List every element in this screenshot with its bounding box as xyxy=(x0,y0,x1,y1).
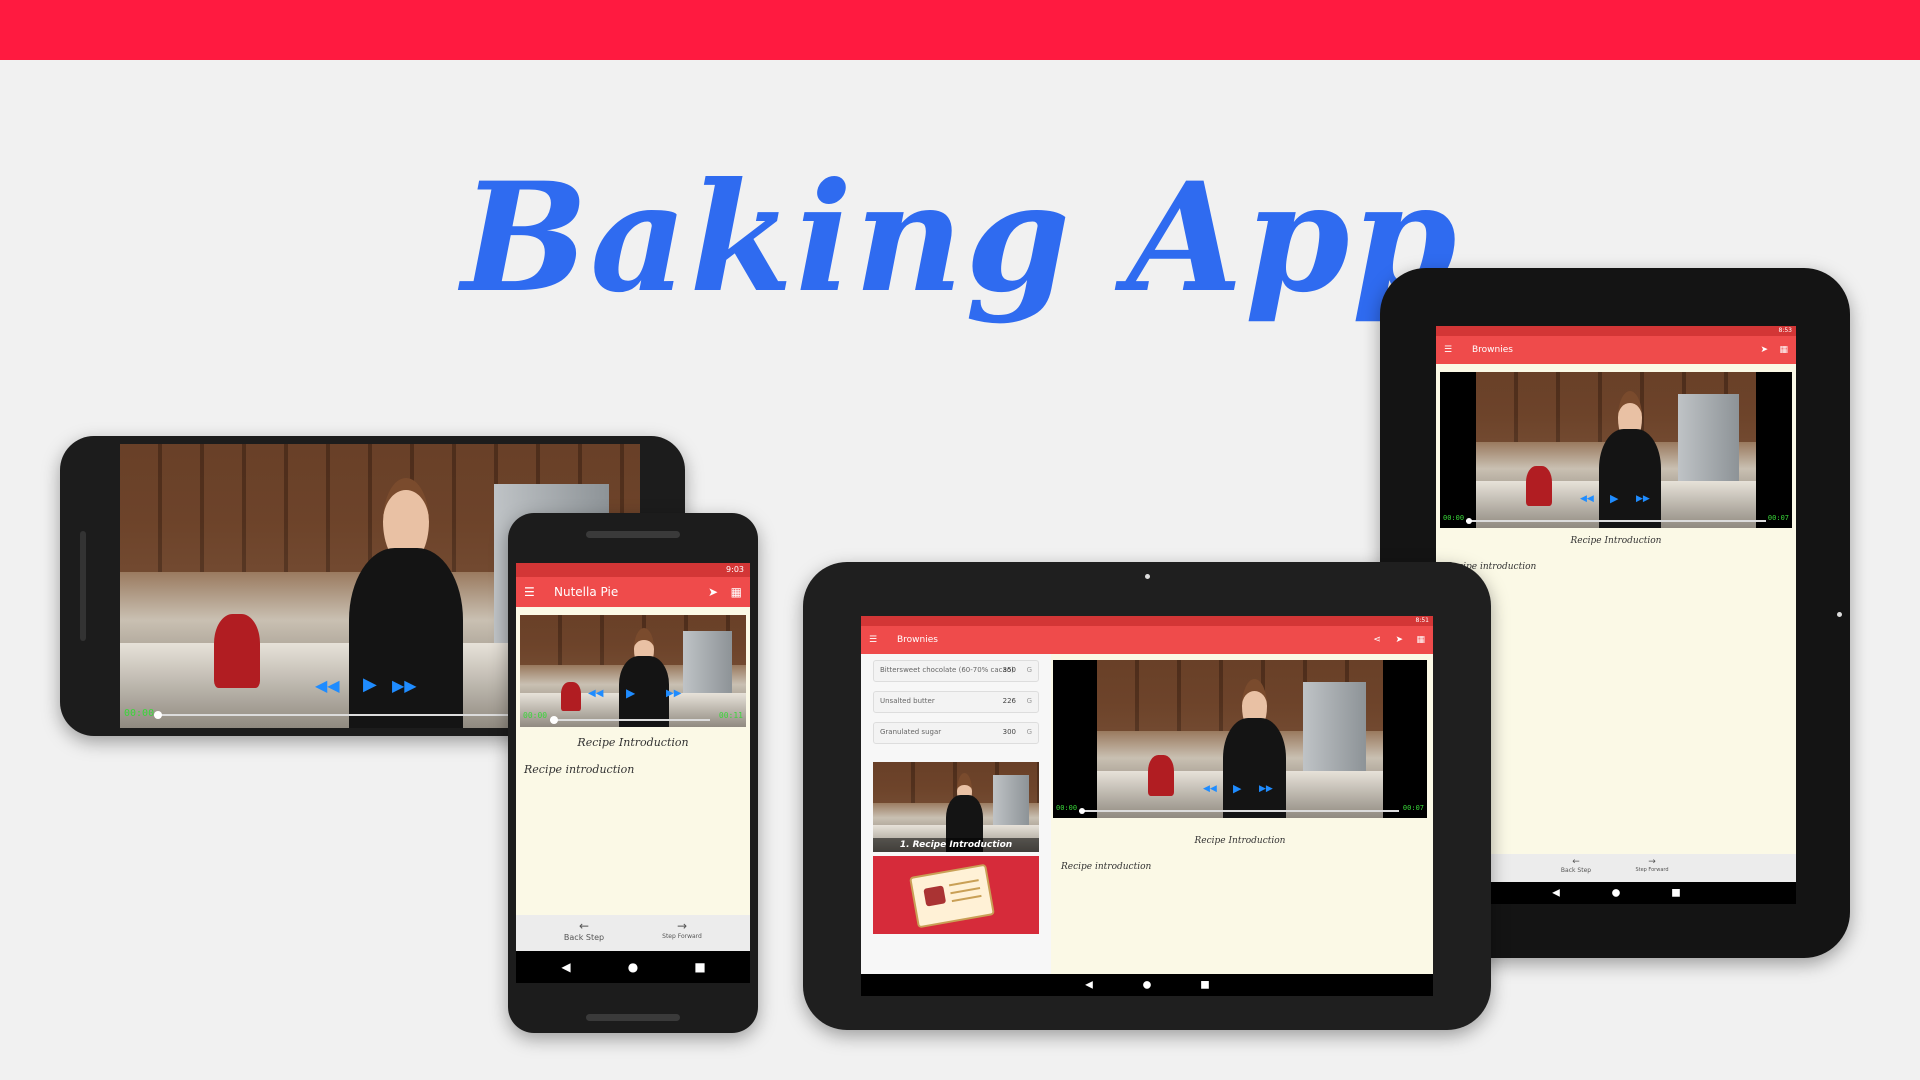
app-toolbar: ☰ Nutella Pie ➤ ▦ xyxy=(516,577,750,607)
step-description: Recipe introduction xyxy=(1061,862,1152,872)
tablet-landscape-camera xyxy=(1145,574,1150,579)
ingredient-item: Bittersweet chocolate (60-70% cacao) 350… xyxy=(873,660,1039,682)
phone-portrait-screen: 9:03 ☰ Nutella Pie ➤ ▦ ◀◀ ▶ ▶▶ 00:00 00:… xyxy=(516,563,750,983)
phone-portrait-device: 9:03 ☰ Nutella Pie ➤ ▦ ◀◀ ▶ ▶▶ 00:00 00:… xyxy=(508,513,758,1033)
step-forward-label: Step Forward xyxy=(662,933,702,940)
video-time-start: 00:00 xyxy=(1443,514,1465,522)
tablet-portrait-video[interactable]: ◀◀ ▶ ▶▶ 00:00 00:07 xyxy=(1440,372,1792,528)
phone-landscape-speaker xyxy=(80,531,86,641)
back-step-button[interactable]: ← Back Step xyxy=(1561,857,1591,874)
step-title: Recipe Introduction xyxy=(1194,836,1286,846)
status-time: 8:53 xyxy=(1778,327,1792,334)
phone-portrait-earpiece xyxy=(586,531,680,538)
tablet-landscape-device: 8:51 ☰ Brownies ⋖ ➤ ▦ Bittersweet chocol… xyxy=(803,562,1491,1030)
master-pane: Bittersweet chocolate (60-70% cacao) 350… xyxy=(861,654,1051,974)
rewind-icon[interactable]: ◀◀ xyxy=(315,676,340,695)
send-icon[interactable]: ➤ xyxy=(1760,345,1768,355)
arrow-left-icon: ← xyxy=(578,919,590,933)
toolbar-title: Nutella Pie xyxy=(554,585,619,599)
widget-grid-icon[interactable]: ▦ xyxy=(1416,635,1425,645)
triangle-back-icon[interactable]: ◀ xyxy=(561,960,570,974)
play-icon[interactable]: ▶ xyxy=(363,674,377,695)
back-step-label: Back Step xyxy=(1560,867,1592,874)
step-title: Recipe Introduction xyxy=(577,736,689,749)
status-time: 9:03 xyxy=(726,565,744,574)
circle-home-icon[interactable]: ● xyxy=(628,960,638,974)
fast-forward-icon[interactable]: ▶▶ xyxy=(392,676,417,695)
step-card-recipe-image[interactable] xyxy=(873,856,1039,934)
fast-forward-icon[interactable]: ▶▶ xyxy=(666,688,681,699)
share-icon[interactable]: ⋖ xyxy=(1373,635,1381,645)
rewind-icon[interactable]: ◀◀ xyxy=(1580,494,1594,504)
app-toolbar: ☰ Brownies ⋖ ➤ ▦ xyxy=(861,626,1433,654)
video-time-start: 00:00 xyxy=(124,708,155,719)
square-recents-icon[interactable]: ■ xyxy=(1200,980,1209,991)
step-forward-button[interactable]: → Step Forward xyxy=(662,919,702,940)
tablet-portrait-camera xyxy=(1837,612,1842,617)
hamburger-icon[interactable]: ☰ xyxy=(869,635,877,645)
video-seekbar[interactable] xyxy=(154,711,554,719)
play-icon[interactable]: ▶ xyxy=(626,686,635,700)
video-time-end: 00:07 xyxy=(1767,514,1789,522)
hamburger-icon[interactable]: ☰ xyxy=(524,585,535,599)
system-navbar: ◀ ● ■ xyxy=(861,974,1433,996)
step-forward-button[interactable]: → Step Forward xyxy=(1635,857,1668,873)
send-icon[interactable]: ➤ xyxy=(1395,635,1403,645)
step-card-recipe-introduction[interactable]: 1. Recipe Introduction xyxy=(873,762,1039,852)
tablet-landscape-video[interactable]: ◀◀ ▶ ▶▶ 00:00 00:07 xyxy=(1053,660,1427,818)
arrow-right-icon: → xyxy=(1648,857,1656,867)
status-bar: 8:51 xyxy=(861,616,1433,626)
top-banner xyxy=(0,0,1920,60)
step-navigation: ← Back Step → Step Forward xyxy=(516,915,750,951)
step-description: Recipe introduction xyxy=(524,763,635,776)
phone-portrait-chin xyxy=(586,1014,680,1021)
status-bar: 8:53 xyxy=(1436,326,1796,336)
triangle-back-icon[interactable]: ◀ xyxy=(1085,980,1093,991)
hamburger-icon[interactable]: ☰ xyxy=(1444,345,1452,355)
video-time-start: 00:00 xyxy=(1056,804,1078,812)
system-navbar: ◀ ● ■ xyxy=(516,951,750,983)
rewind-icon[interactable]: ◀◀ xyxy=(588,688,603,699)
rewind-icon[interactable]: ◀◀ xyxy=(1203,784,1217,794)
video-time-start: 00:00 xyxy=(523,711,548,720)
toolbar-title: Brownies xyxy=(1472,345,1513,355)
recipe-card-icon xyxy=(909,863,995,929)
ingredient-item: Unsalted butter 226 G xyxy=(873,691,1039,713)
play-icon[interactable]: ▶ xyxy=(1610,492,1618,505)
back-step-label: Back Step xyxy=(563,933,605,942)
video-seekbar[interactable] xyxy=(550,716,710,724)
square-recents-icon[interactable]: ■ xyxy=(694,960,705,974)
arrow-left-icon: ← xyxy=(1572,857,1580,867)
play-icon[interactable]: ▶ xyxy=(1233,782,1241,795)
app-toolbar: ☰ Brownies ➤ ▦ xyxy=(1436,336,1796,364)
fast-forward-icon[interactable]: ▶▶ xyxy=(1636,494,1650,504)
video-seekbar[interactable] xyxy=(1079,808,1399,814)
status-bar: 9:03 xyxy=(516,563,750,577)
circle-home-icon[interactable]: ● xyxy=(1143,980,1152,991)
arrow-right-icon: → xyxy=(676,919,688,933)
step-card-label: 1. Recipe Introduction xyxy=(873,838,1039,852)
phone-portrait-video[interactable]: ◀◀ ▶ ▶▶ 00:00 00:11 xyxy=(520,615,746,727)
step-title: Recipe Introduction xyxy=(1570,536,1662,546)
video-time-end: 00:07 xyxy=(1402,804,1424,812)
fast-forward-icon[interactable]: ▶▶ xyxy=(1259,784,1273,794)
step-forward-label: Step Forward xyxy=(1635,867,1669,873)
ingredient-item: Granulated sugar 300 G xyxy=(873,722,1039,744)
tablet-landscape-screen: 8:51 ☰ Brownies ⋖ ➤ ▦ Bittersweet chocol… xyxy=(861,616,1433,974)
status-time: 8:51 xyxy=(1415,617,1429,624)
triangle-back-icon[interactable]: ◀ xyxy=(1552,888,1560,899)
video-time-end: 00:11 xyxy=(718,711,743,720)
video-seekbar[interactable] xyxy=(1466,518,1766,524)
circle-home-icon[interactable]: ● xyxy=(1612,888,1621,899)
square-recents-icon[interactable]: ■ xyxy=(1671,888,1680,899)
widget-grid-icon[interactable]: ▦ xyxy=(1779,345,1788,355)
widget-grid-icon[interactable]: ▦ xyxy=(731,585,742,599)
toolbar-title: Brownies xyxy=(897,635,938,645)
back-step-button[interactable]: ← Back Step xyxy=(564,919,604,942)
send-icon[interactable]: ➤ xyxy=(708,585,718,599)
